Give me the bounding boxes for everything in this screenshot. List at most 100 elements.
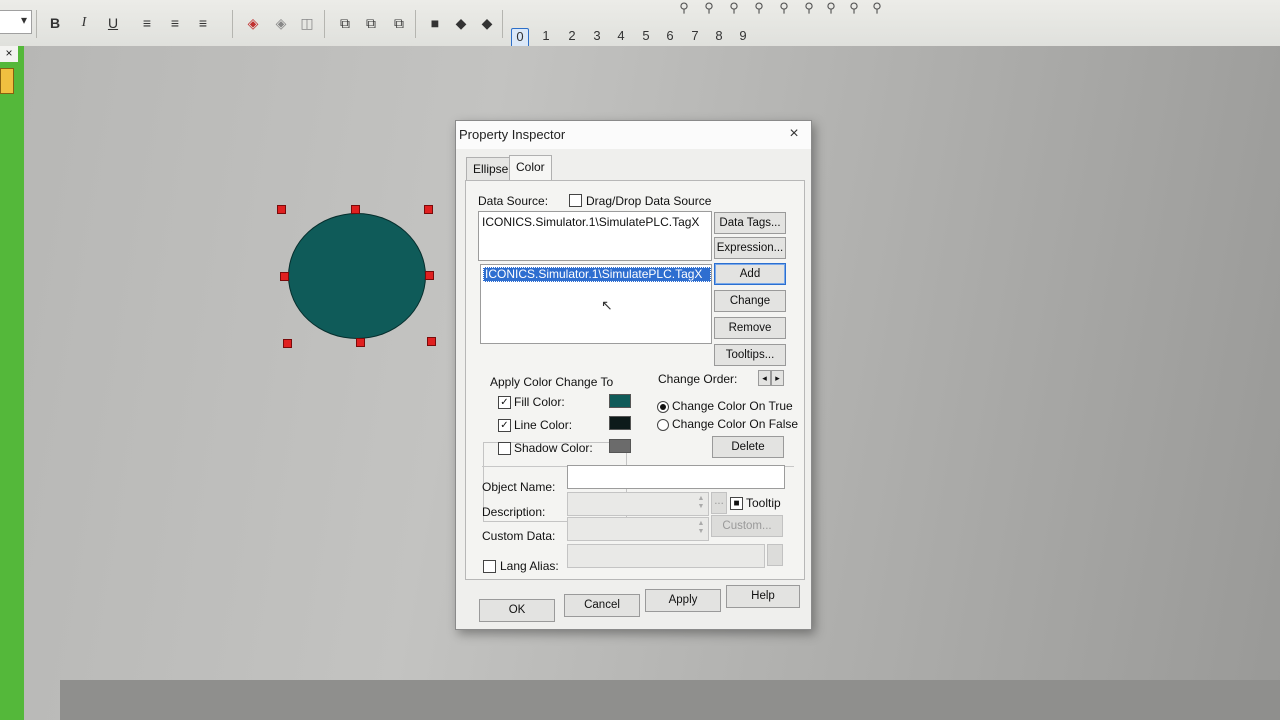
line-color-swatch[interactable] [609, 416, 631, 430]
apply-color-change-label: Apply Color Change To [488, 375, 616, 389]
zoom-icon[interactable]: ⚲ [675, 0, 693, 18]
apply-button[interactable]: Apply [645, 589, 721, 612]
level-button-4[interactable]: 4 [613, 28, 629, 48]
fill-color-swatch[interactable] [609, 394, 631, 408]
bring-front-icon[interactable]: ⧉ [334, 12, 356, 34]
selection-handle[interactable] [283, 339, 292, 348]
ok-button[interactable]: OK [479, 599, 555, 622]
color-on-false-radio[interactable] [657, 419, 669, 431]
data-source-label: Data Source: [478, 194, 549, 208]
selection-handle[interactable] [424, 205, 433, 214]
custom-button[interactable]: Custom... [711, 515, 783, 537]
selection-handle[interactable] [425, 271, 434, 280]
line-color-checkbox[interactable]: ✓ [498, 419, 511, 432]
level-button-2[interactable]: 2 [564, 28, 580, 48]
bold-button[interactable]: B [44, 12, 66, 34]
line-color-label: Line Color: [514, 418, 573, 432]
selection-handle[interactable] [280, 272, 289, 281]
lang-alias-input[interactable] [567, 544, 765, 568]
align-center-icon[interactable]: ≡ [164, 12, 186, 34]
group-icon[interactable]: ◈ [242, 12, 264, 34]
remove-button[interactable]: Remove [714, 317, 786, 339]
spinner-icon: ▲ ▼ [697, 520, 705, 535]
level-button-9[interactable]: 9 [735, 28, 751, 48]
tab-ellipse[interactable]: Ellipse [466, 157, 516, 180]
fill-arrow-icon[interactable]: ◆ [476, 12, 498, 34]
toolbar-separator [324, 10, 325, 38]
fill-color-label: Fill Color: [514, 395, 565, 409]
tab-color[interactable]: Color [509, 155, 552, 182]
dialog-titlebar[interactable]: Property Inspector × [456, 121, 811, 149]
close-button[interactable]: × [785, 125, 803, 143]
change-button[interactable]: Change [714, 290, 786, 312]
italic-button[interactable]: I [73, 12, 95, 34]
zoom-icon[interactable]: ⚲ [822, 0, 840, 18]
shadow-color-swatch[interactable] [609, 439, 631, 453]
color-on-false-label: Change Color On False [672, 417, 799, 431]
delete-button[interactable]: Delete [712, 436, 784, 458]
custom-data-label: Custom Data: [482, 529, 556, 543]
level-button-5[interactable]: 5 [638, 28, 654, 48]
description-browse-button[interactable]: ... [711, 492, 727, 514]
shadow-color-checkbox[interactable] [498, 442, 511, 455]
selection-handle[interactable] [277, 205, 286, 214]
lang-alias-button[interactable] [767, 544, 783, 566]
close-icon[interactable]: × [0, 46, 18, 62]
list-item[interactable]: ICONICS.Simulator.1\SimulatePLC.TagX [483, 267, 711, 282]
zoom-icon[interactable]: ⚲ [750, 0, 768, 18]
ellipse-object[interactable] [288, 213, 426, 339]
color-on-true-label: Change Color On True [672, 399, 793, 413]
toolbar-separator [232, 10, 233, 38]
layer-icon[interactable]: ◫ [296, 12, 318, 34]
selection-handle[interactable] [351, 205, 360, 214]
custom-data-input[interactable]: ▲ ▼ [567, 517, 709, 541]
data-source-list[interactable]: ICONICS.Simulator.1\SimulatePLC.TagX ↖ [480, 264, 712, 344]
fill-icon[interactable]: ■ [424, 12, 446, 34]
order-left-button[interactable]: ◂ [758, 370, 771, 386]
fill-color-checkbox[interactable]: ✓ [498, 396, 511, 409]
ungroup-icon[interactable]: ◈ [270, 12, 292, 34]
color-on-true-radio[interactable] [657, 401, 669, 413]
level-button-3[interactable]: 3 [589, 28, 605, 48]
align-right-icon[interactable]: ≡ [192, 12, 214, 34]
level-button-7[interactable]: 7 [687, 28, 703, 48]
level-button-6[interactable]: 6 [662, 28, 678, 48]
underline-button[interactable]: U [102, 12, 124, 34]
level-button-8[interactable]: 8 [711, 28, 727, 48]
description-input[interactable]: ▲ ▼ [567, 492, 709, 516]
list-item-label: ICONICS.Simulator.1\SimulatePLC.TagX [485, 267, 703, 281]
zoom-in-icon[interactable]: ⚲ [845, 0, 863, 18]
align-left-icon[interactable]: ≡ [136, 12, 158, 34]
help-button[interactable]: Help [726, 585, 800, 608]
tooltips-button[interactable]: Tooltips... [714, 344, 786, 366]
expression-value: ICONICS.Simulator.1\SimulatePLC.TagX [482, 215, 700, 229]
zoom-icon[interactable]: ⚲ [700, 0, 718, 18]
fill-plus-icon[interactable]: ◆ [450, 12, 472, 34]
order-right-button[interactable]: ▸ [771, 370, 784, 386]
selection-handle[interactable] [427, 337, 436, 346]
zoom-out-icon[interactable]: ⚲ [868, 0, 886, 18]
order-icon[interactable]: ⧉ [388, 12, 410, 34]
toolbar-separator [502, 10, 503, 38]
zoom-icon[interactable]: ⚲ [775, 0, 793, 18]
data-tags-button[interactable]: Data Tags... [714, 212, 786, 234]
add-button[interactable]: Add [714, 263, 786, 285]
expression-field[interactable]: ICONICS.Simulator.1\SimulatePLC.TagX [478, 211, 712, 261]
dialog-title: Property Inspector [459, 127, 566, 142]
zoom-icon[interactable]: ⚲ [800, 0, 818, 18]
mouse-cursor-icon: ↖ [601, 297, 613, 313]
selection-handle[interactable] [356, 338, 365, 347]
send-back-icon[interactable]: ⧉ [360, 12, 382, 34]
zoom-icon[interactable]: ⚲ [725, 0, 743, 18]
cancel-button[interactable]: Cancel [564, 594, 640, 617]
tooltip-checkbox[interactable]: ■ [730, 497, 743, 510]
property-inspector-dialog: Property Inspector × Ellipse Color Data … [455, 120, 812, 630]
font-size-combo[interactable]: ▾ [0, 10, 32, 34]
folder-icon[interactable] [0, 68, 14, 94]
level-button-1[interactable]: 1 [538, 28, 554, 48]
expression-button[interactable]: Expression... [714, 237, 786, 259]
lang-alias-checkbox[interactable] [483, 560, 496, 573]
drag-drop-checkbox[interactable] [569, 194, 582, 207]
description-label: Description: [482, 505, 546, 519]
object-name-input[interactable] [567, 465, 785, 489]
